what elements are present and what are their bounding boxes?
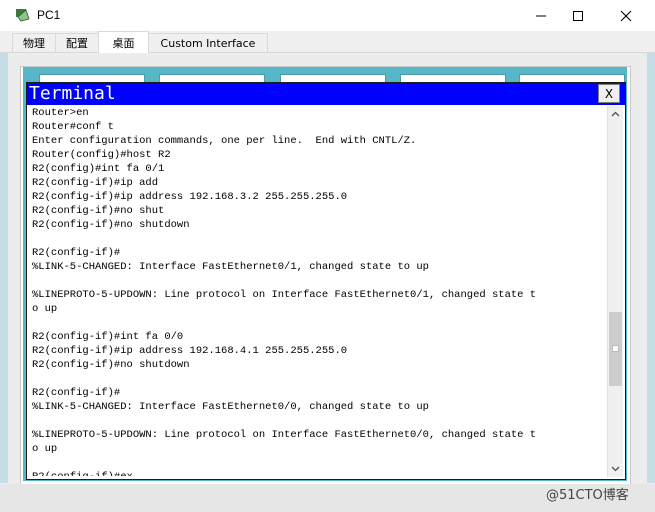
terminal-output[interactable]: Router>en Router#conf t Enter configuratio… bbox=[31, 106, 607, 476]
terminal-line: R2(config-if)#no shut bbox=[32, 205, 165, 217]
watermark: @51CTO博客 bbox=[546, 488, 629, 503]
scroll-up-icon bbox=[611, 111, 620, 117]
terminal-line: R2(config-if)# bbox=[32, 247, 121, 259]
terminal-line: R2(config-if)#ip address 192.168.4.1 255… bbox=[32, 345, 348, 357]
tab-physical[interactable]: 物理 bbox=[12, 33, 56, 52]
maximize-button[interactable] bbox=[555, 0, 601, 31]
terminal-titlebar: Terminal X bbox=[27, 83, 625, 105]
terminal-line: %LINEPROTO-5-UPDOWN: Line protocol on In… bbox=[32, 429, 537, 441]
terminal-window: Terminal X Router>en Router#conf t Enter c… bbox=[26, 82, 626, 480]
terminal-line: R2(config-if)#int fa 0/0 bbox=[32, 331, 184, 343]
terminal-line: %LINK-5-CHANGED: Interface FastEthernet0… bbox=[32, 401, 429, 413]
maximize-icon bbox=[573, 10, 583, 21]
scroll-thumb[interactable] bbox=[609, 312, 622, 386]
terminal-line: %LINEPROTO-5-UPDOWN: Line protocol on In… bbox=[32, 289, 537, 301]
terminal-line: R2(config-if)#no shutdown bbox=[32, 359, 190, 371]
terminal-line: R2(config-if)#no shutdown bbox=[32, 219, 190, 231]
pc-app-icon bbox=[16, 9, 30, 22]
terminal-close-button[interactable]: X bbox=[598, 84, 620, 103]
scroll-up-button[interactable] bbox=[608, 106, 623, 122]
scroll-down-button[interactable] bbox=[608, 461, 623, 477]
terminal-line: Router#conf t bbox=[32, 121, 114, 133]
terminal-line: R2(config-if)# bbox=[32, 387, 121, 399]
terminal-line: Router>en bbox=[32, 107, 89, 119]
window-title: PC1 bbox=[37, 8, 61, 22]
tab-custom-interface[interactable]: Custom Interface bbox=[148, 33, 268, 52]
close-button[interactable] bbox=[603, 0, 649, 31]
terminal-line: o up bbox=[32, 303, 58, 315]
terminal-scrollbar[interactable] bbox=[607, 106, 623, 477]
left-edge-strip bbox=[0, 53, 8, 483]
right-edge-strip bbox=[647, 53, 655, 483]
terminal-line: R2(config-if)#ip address 192.168.3.2 255… bbox=[32, 191, 348, 203]
tab-config[interactable]: 配置 bbox=[55, 33, 99, 52]
terminal-line: o up bbox=[32, 443, 58, 455]
terminal-line: Router(config)#host R2 bbox=[32, 149, 171, 161]
terminal-line: R2(config-if)#ip add bbox=[32, 177, 159, 189]
terminal-title: Terminal bbox=[29, 83, 116, 104]
terminal-line: R2(config-if)#ex bbox=[31, 470, 607, 476]
scroll-down-icon bbox=[611, 466, 620, 472]
terminal-line: R2(config)#int fa 0/1 bbox=[32, 163, 165, 175]
window-titlebar: PC1 bbox=[0, 0, 655, 31]
tab-bar: 物理 配置 桌面 Custom Interface bbox=[0, 31, 655, 53]
terminal-line: Enter configuration commands, one per li… bbox=[32, 135, 417, 147]
minimize-icon bbox=[536, 15, 546, 16]
scroll-grip-icon bbox=[612, 345, 619, 352]
close-icon bbox=[620, 10, 632, 21]
tab-desktop[interactable]: 桌面 bbox=[98, 31, 149, 53]
terminal-line: %LINK-5-CHANGED: Interface FastEthernet0… bbox=[32, 261, 429, 273]
